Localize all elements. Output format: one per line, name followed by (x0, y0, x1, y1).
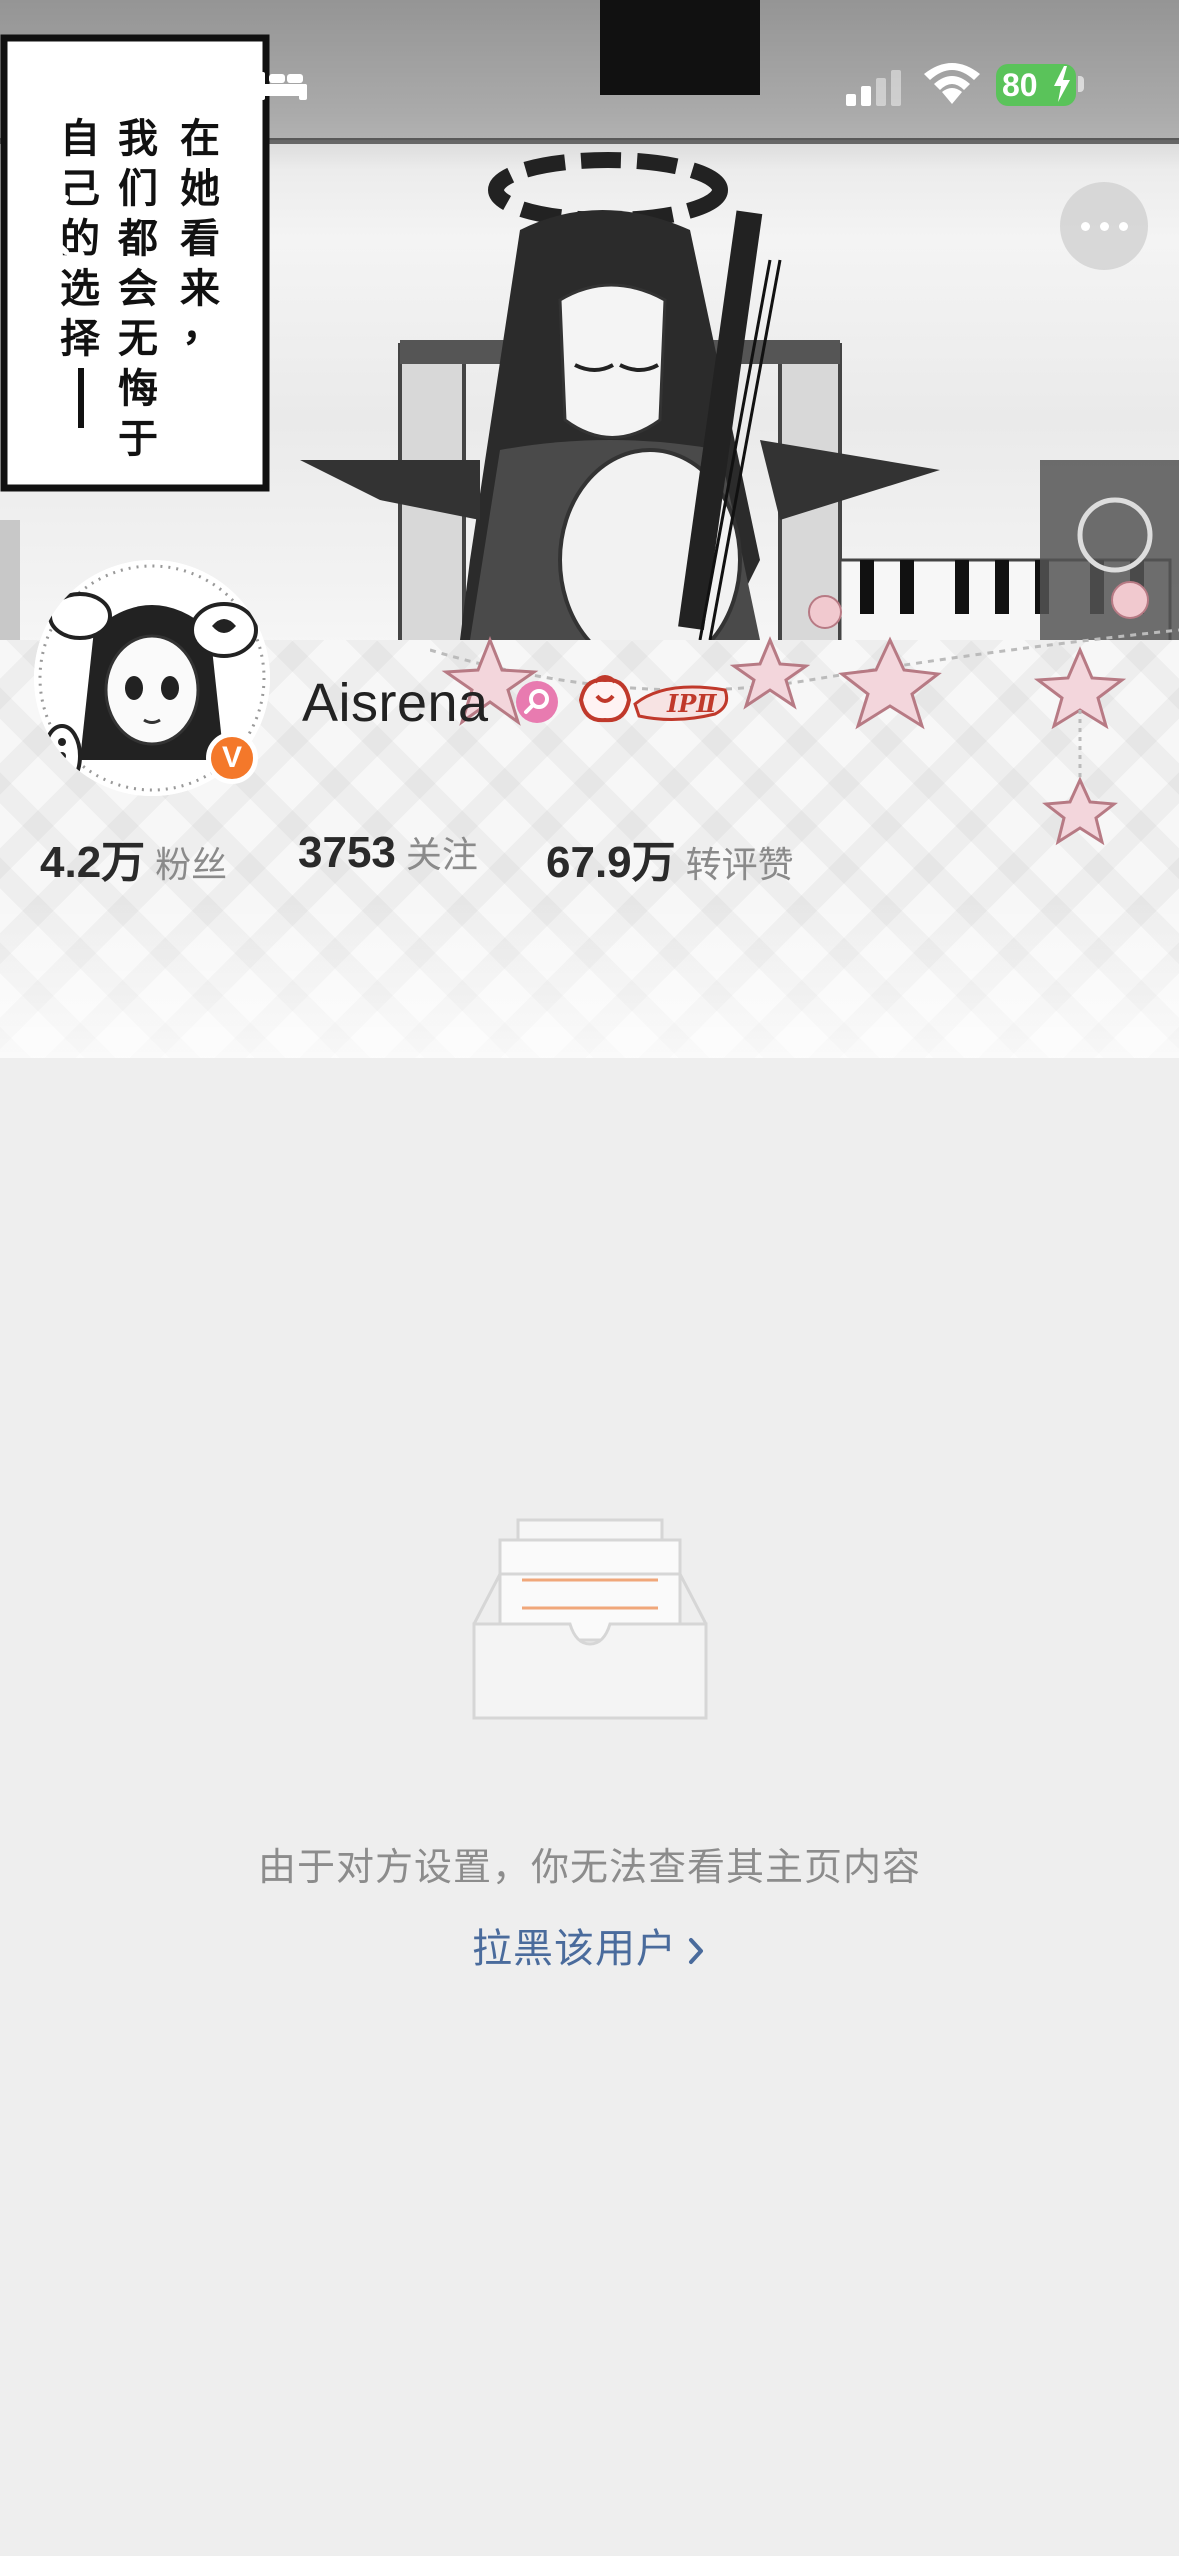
cellular-signal-icon (846, 70, 901, 106)
status-time: 23:11 (116, 55, 247, 111)
svg-text:无: 无 (118, 315, 158, 362)
svg-text:选: 选 (60, 265, 100, 312)
status-bar: 23:11 80 (0, 0, 1179, 140)
svg-text:都: 都 (117, 215, 158, 262)
back-button[interactable] (20, 180, 90, 270)
empty-inbox-icon (472, 1518, 708, 1720)
block-user-link[interactable]: 拉黑该用户 (0, 1916, 1179, 1974)
chevron-right-icon (689, 1938, 703, 1965)
empty-state-message: 由于对方设置，你无法查看其主页内容 (257, 1847, 921, 1889)
svg-text:会: 会 (118, 265, 158, 312)
profile-content-area (0, 1058, 1179, 2556)
svg-text:悔: 悔 (118, 365, 158, 412)
username: Aisrena (302, 673, 489, 733)
svg-text:择: 择 (60, 315, 101, 362)
svg-text:，: ， (182, 303, 222, 350)
stat-label: 粉丝 (155, 844, 228, 885)
stat-following[interactable]: 3753 关注 (298, 826, 478, 878)
charging-bolt-icon (1054, 66, 1070, 102)
badge-text: IPⅡ (666, 689, 717, 718)
bed-icon (257, 72, 307, 100)
stat-label: 转评赞 (685, 844, 794, 885)
svg-text:看: 看 (180, 215, 220, 262)
stat-followers[interactable]: 4.2万 粉丝 (40, 826, 227, 890)
fan-badge-icon[interactable]: IPⅡ (575, 670, 735, 730)
profile-header: 在 她 看 来 ， 我 们 都 会 无 悔 于 自 己 的 选 择 23:11 … (0, 0, 1179, 1058)
stat-label: 关注 (405, 834, 478, 875)
female-icon (516, 681, 558, 723)
chevron-left-icon (35, 195, 69, 255)
wifi-icon (924, 63, 980, 104)
battery-level: 80 (1002, 67, 1038, 103)
stat-value: 67.9万 (546, 838, 676, 887)
block-user-label: 拉黑该用户 (472, 1927, 677, 1971)
stat-value: 4.2万 (40, 838, 146, 887)
svg-text:她: 她 (180, 165, 220, 212)
stat-reposts-comments-likes[interactable]: 67.9万 转评赞 (546, 826, 794, 890)
more-options-button[interactable] (1060, 182, 1148, 270)
svg-text:们: 们 (118, 165, 158, 212)
svg-text:于: 于 (118, 415, 158, 462)
stat-value: 3753 (298, 828, 396, 877)
verified-v-icon: V (206, 732, 258, 784)
